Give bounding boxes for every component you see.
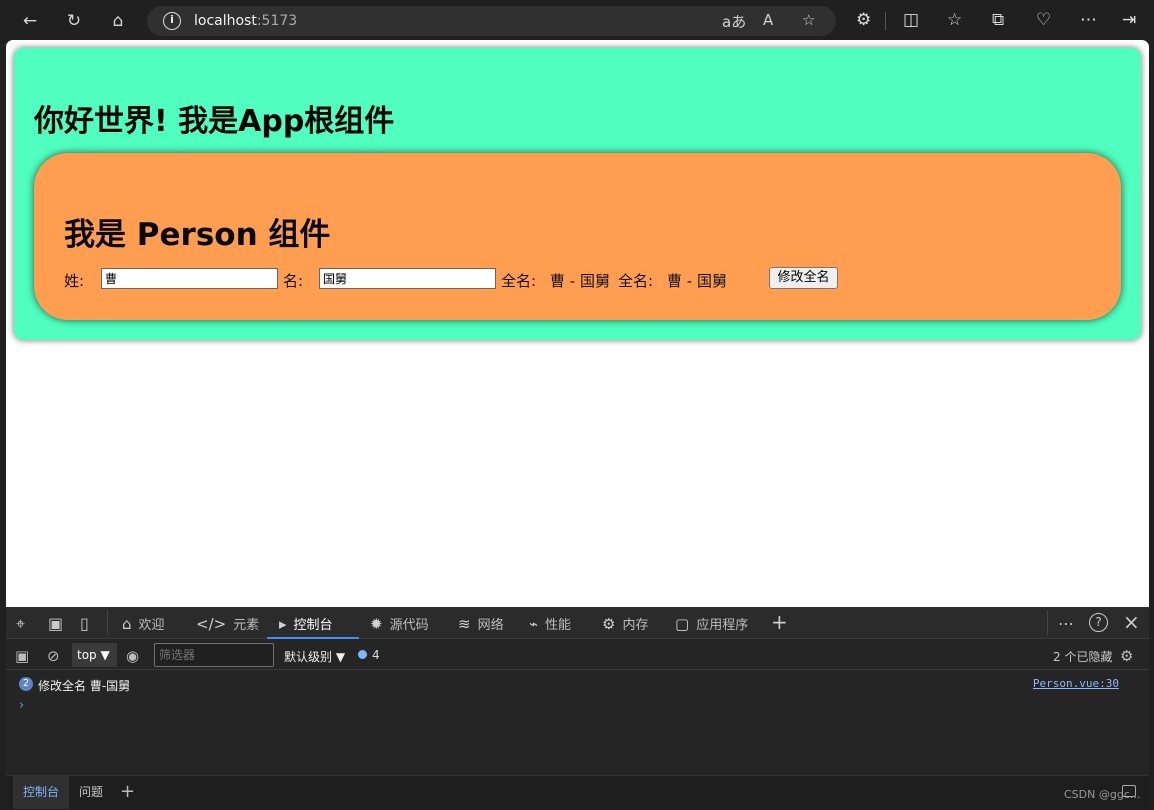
app-root-component: 你好世界! 我是App根组件 我是 Person 组件 姓: 名: 全名: 曹 … — [14, 48, 1141, 340]
bottom-tab-issues[interactable]: 问题 — [76, 776, 106, 809]
tab-application[interactable]: ▢ 应用程序 — [675, 607, 748, 639]
bug-icon: ✹ — [370, 615, 383, 633]
given-name-label: 名: — [283, 272, 304, 290]
live-expression-eye-icon[interactable]: ◉ — [126, 647, 139, 665]
sidebar-icon[interactable]: ⇥ — [1122, 10, 1136, 30]
log-level-label: 默认级别 — [284, 650, 333, 664]
console-log: 2 修改全名 曹-国舅 Person.vue:30 › — [6, 671, 1149, 776]
address-port: :5173 — [256, 13, 298, 29]
refresh-icon[interactable]: ↻ — [61, 8, 87, 34]
browser-toolbar: ← ↻ ⌂ i localhost:5173 aあ A ☆ ⚙ ◫ ☆ ⧉ ♡ … — [0, 0, 1154, 40]
tab-elements[interactable]: </> 元素 — [196, 607, 259, 639]
console-message-text: 修改全名 曹-国舅 — [38, 679, 131, 693]
tab-label: 源代码 — [389, 618, 429, 633]
full-name-value: 曹 - 国舅 — [667, 272, 727, 290]
tab-label: 性能 — [545, 618, 572, 633]
performance-icon[interactable]: ♡ — [1036, 10, 1051, 30]
read-aloud-icon[interactable]: A — [763, 11, 773, 29]
tab-label: 网络 — [477, 618, 504, 633]
full-name-value: 曹 - 国舅 — [550, 272, 610, 290]
devtools-separator — [1047, 610, 1048, 635]
bottom-tab-console[interactable]: 控制台 — [13, 776, 69, 809]
devtools-bottom-bar: 控制台 问题 + CSDN @ggc... — [6, 775, 1149, 810]
console-sidebar-icon[interactable]: ▣ — [15, 647, 29, 665]
split-screen-icon[interactable]: ◫ — [903, 10, 919, 30]
given-name-input[interactable] — [319, 268, 496, 289]
change-full-name-button[interactable]: 修改全名 — [769, 267, 838, 289]
settings-icon[interactable]: ⚙ — [1120, 647, 1133, 665]
more-tools-icon[interactable]: ⋯ — [1058, 614, 1074, 633]
web-page-viewport: 你好世界! 我是App根组件 我是 Person 组件 姓: 名: 全名: 曹 … — [6, 40, 1149, 607]
add-tab-icon[interactable]: + — [771, 610, 788, 634]
console-filter-input[interactable] — [154, 643, 274, 667]
console-icon: ▸ — [279, 615, 287, 633]
console-toolbar: ▣ ⊘ top ▼ ◉ 默认级别 ▼ 4 2 个已隐藏 ⚙ — [6, 640, 1149, 670]
drawer-dock-icon[interactable] — [1122, 785, 1136, 797]
favorite-page-icon[interactable]: ☆ — [802, 11, 815, 29]
address-bar[interactable]: i localhost:5173 aあ A ☆ — [147, 6, 836, 36]
site-info-icon[interactable]: i — [163, 12, 181, 30]
surname-input[interactable] — [101, 268, 278, 289]
tab-performance[interactable]: ⌁ 性能 — [529, 607, 571, 639]
app-title: 你好世界! 我是App根组件 — [34, 104, 395, 139]
clear-console-icon[interactable]: ⊘ — [47, 647, 60, 665]
gauge-icon: ⌁ — [529, 615, 539, 633]
tab-sources[interactable]: ✹ 源代码 — [370, 607, 429, 639]
back-icon[interactable]: ← — [17, 8, 43, 34]
inspect-element-icon[interactable]: ⌖ — [16, 614, 25, 634]
extensions-icon[interactable]: ⚙ — [856, 10, 871, 30]
dock-side-icon[interactable]: ▯ — [80, 614, 89, 633]
tab-network[interactable]: ≋ 网络 — [458, 607, 504, 639]
person-title: 我是 Person 组件 — [64, 217, 331, 253]
more-options-icon[interactable]: ⋯ — [1080, 10, 1097, 30]
console-prompt-icon[interactable]: › — [19, 698, 24, 713]
full-name-label: 全名: — [618, 272, 654, 290]
home-icon[interactable]: ⌂ — [105, 8, 131, 34]
tab-label: 内存 — [622, 618, 649, 633]
code-icon: </> — [196, 615, 227, 633]
home-icon: ⌂ — [122, 615, 132, 633]
help-icon[interactable]: ? — [1089, 613, 1108, 632]
collections-icon[interactable]: ⧉ — [992, 10, 1004, 30]
address-text[interactable]: localhost:5173 — [194, 13, 297, 29]
log-level-select[interactable]: 默认级别 ▼ — [284, 648, 345, 665]
tab-memory[interactable]: ⚙ 内存 — [602, 607, 648, 639]
devtools-separator — [107, 610, 108, 635]
message-count-value: 4 — [372, 648, 380, 662]
surname-label: 姓: — [64, 272, 85, 290]
add-bottom-tab-icon[interactable]: + — [120, 781, 135, 802]
console-message: 2 修改全名 曹-国舅 Person.vue:30 — [19, 677, 1119, 693]
wifi-icon: ≋ — [458, 615, 471, 633]
application-icon: ▢ — [675, 615, 690, 633]
toolbar-divider — [885, 12, 886, 30]
developer-tools: ⌖ ▣ ▯ ⌂ 欢迎 </> 元素 ▸ 控制台 ✹ 源代码 ≋ 网络 ⌁ 性能 ⚙ 内存 ▢ 应… — [6, 607, 1149, 810]
context-select[interactable]: top ▼ — [72, 643, 117, 667]
context-value: top — [77, 648, 97, 662]
tab-label: 控制台 — [293, 618, 333, 633]
chevron-down-icon: ▼ — [100, 648, 110, 662]
message-count[interactable]: 4 — [358, 648, 380, 662]
message-icon — [358, 650, 367, 659]
favorites-icon[interactable]: ☆ — [947, 10, 962, 30]
read-mode-icon[interactable]: aあ — [722, 11, 746, 32]
tab-welcome[interactable]: ⌂ 欢迎 — [122, 607, 165, 639]
memory-icon: ⚙ — [602, 615, 616, 633]
close-icon[interactable]: × — [1123, 610, 1140, 634]
tab-label: 元素 — [233, 618, 260, 633]
tab-label: 欢迎 — [138, 618, 165, 633]
tab-console[interactable]: ▸ 控制台 — [267, 607, 359, 639]
devtools-tab-bar: ⌖ ▣ ▯ ⌂ 欢迎 </> 元素 ▸ 控制台 ✹ 源代码 ≋ 网络 ⌁ 性能 ⚙ 内存 ▢ 应… — [6, 607, 1149, 639]
source-link[interactable]: Person.vue:30 — [1033, 677, 1119, 690]
tab-label: 应用程序 — [696, 618, 749, 633]
full-name-label: 全名: — [501, 272, 537, 290]
message-repeat-count: 2 — [19, 677, 33, 691]
address-host: localhost — [194, 13, 257, 29]
hidden-messages-count: 2 个已隐藏 — [1053, 650, 1113, 664]
person-component: 我是 Person 组件 姓: 名: 全名: 曹 - 国舅 全名: 曹 - 国舅… — [34, 153, 1121, 320]
device-emulation-icon[interactable]: ▣ — [48, 614, 63, 633]
chevron-down-icon: ▼ — [335, 650, 346, 664]
